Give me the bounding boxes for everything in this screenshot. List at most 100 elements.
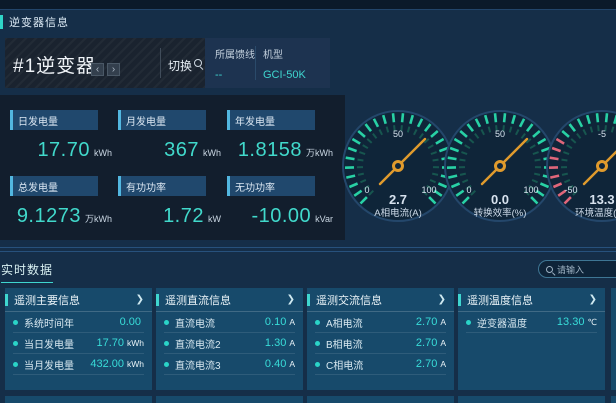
- item-value: 0.40: [265, 358, 286, 370]
- bullet-icon: [13, 320, 18, 325]
- item-unit: kWh: [127, 359, 144, 369]
- item-unit: ℃: [587, 317, 597, 328]
- stat-label: 有功功率: [118, 176, 206, 196]
- panel-title: 遥测直流信息: [165, 292, 287, 308]
- item-value: 2.70: [416, 337, 437, 349]
- item-unit: A: [440, 359, 446, 369]
- list-item: C相电流 2.70 A: [315, 354, 446, 375]
- panel-accent-bar: [5, 294, 8, 306]
- bullet-icon: [164, 320, 169, 325]
- list-item: A相电流 2.70 A: [315, 312, 446, 333]
- bullet-icon: [13, 341, 18, 346]
- stat-unit: 万kWh: [85, 212, 112, 225]
- realtime-search-input[interactable]: 请输入: [538, 260, 616, 278]
- item-value: 432.00: [90, 358, 124, 370]
- item-value: 0.00: [120, 316, 141, 328]
- model-value: GCI-50K: [263, 69, 306, 81]
- gauge-value: 13.3: [589, 192, 614, 207]
- gauge-mid-label: -5: [598, 129, 606, 139]
- prev-device-button[interactable]: ‹: [91, 63, 104, 76]
- bullet-icon: [315, 362, 320, 367]
- panel-partial-bottom: [5, 396, 152, 403]
- feeder-info: 所属馈线 --: [215, 46, 255, 81]
- search-placeholder: 请输入: [557, 263, 584, 276]
- stat-value: 1.72: [163, 205, 204, 228]
- panel-partial-bottom: [611, 396, 616, 403]
- section-divider: [0, 251, 616, 252]
- gauge-hub: [598, 162, 607, 171]
- gauge-value: 2.7: [389, 192, 407, 207]
- stat-card-active-power: 有功功率 1.72 kW: [118, 176, 227, 242]
- stat-unit: kW: [208, 214, 221, 224]
- stat-card-reactive-power: 无功功率 -10.00kVar: [227, 176, 339, 242]
- stat-unit: 万kWh: [306, 146, 333, 159]
- panel-title: 遥测交流信息: [316, 292, 438, 308]
- bullet-icon: [164, 362, 169, 367]
- list-item: 直流电流3 0.40 A: [164, 354, 295, 375]
- item-value: 2.70: [416, 358, 437, 370]
- stat-value: -10.00: [251, 205, 311, 228]
- device-selector: #1逆变器 ‹ › 切换: [5, 38, 205, 88]
- gauge-title: 环境温度(℃): [575, 207, 616, 219]
- top-strip: [0, 0, 616, 10]
- stat-unit: kWh: [94, 148, 112, 158]
- panel-header[interactable]: 遥测交流信息 ❯: [307, 288, 454, 312]
- item-unit: A: [289, 359, 295, 369]
- panel-title: 遥测主要信息: [14, 292, 136, 308]
- chevron-right-icon[interactable]: ❯: [287, 294, 295, 305]
- gauge-mid-label: 50: [495, 129, 505, 139]
- item-unit: kWh: [127, 338, 144, 348]
- panel-telemetry-ac: 遥测交流信息 ❯ A相电流 2.70 A B相电流 2.70 A C相电流 2.…: [307, 288, 454, 390]
- chevron-right-icon[interactable]: ❯: [589, 294, 597, 305]
- bullet-icon: [315, 320, 320, 325]
- panel-header[interactable]: 遥测温度信息 ❯: [458, 288, 605, 312]
- chevron-right-icon[interactable]: ❯: [136, 294, 144, 305]
- gauge-min-label: -50: [564, 185, 577, 195]
- bullet-icon: [315, 341, 320, 346]
- gauge-ambient-temperature: -5 -50 40 13.3 环境温度(℃): [544, 108, 616, 224]
- panel-header[interactable]: 遥测直流信息 ❯: [156, 288, 303, 312]
- next-device-button[interactable]: ›: [107, 63, 120, 76]
- panel-accent-bar: [307, 294, 310, 306]
- search-icon[interactable]: [194, 59, 202, 67]
- item-label: 系统时间年: [24, 315, 120, 330]
- switch-device-button[interactable]: 切换: [168, 57, 192, 74]
- list-item: 直流电流2 1.30 A: [164, 333, 295, 354]
- gauge-max-label: 100: [421, 185, 436, 195]
- stat-value: 367: [164, 139, 199, 162]
- stat-card-total-energy: 总发电量 9.1273万kWh: [10, 176, 118, 242]
- bullet-icon: [466, 320, 471, 325]
- feeder-value: --: [215, 69, 255, 81]
- device-name: #1逆变器: [13, 51, 96, 78]
- panel-partial-bottom: [458, 396, 605, 403]
- gauge-min-label: 0: [466, 185, 471, 195]
- list-item: 直流电流 0.10 A: [164, 312, 295, 333]
- search-icon: [546, 266, 553, 273]
- panel-partial-bottom: [156, 396, 303, 403]
- item-unit: A: [440, 317, 446, 327]
- stat-card-monthly-energy: 月发电量 367kWh: [118, 110, 227, 176]
- chevron-right-icon[interactable]: ❯: [438, 294, 446, 305]
- item-label: A相电流: [326, 315, 416, 330]
- gauge-conversion-efficiency: 50 0 100 0.0 转换效率(%): [442, 108, 558, 224]
- panel-header[interactable]: 遥测主要信息 ❯: [5, 288, 152, 312]
- divider: [255, 46, 256, 80]
- device-info-box: 所属馈线 -- 机型 GCI-50K: [205, 38, 330, 88]
- feeder-label: 所属馈线: [215, 46, 255, 61]
- section-titlebar: 逆变器信息: [0, 13, 69, 31]
- gauge-mid-label: 50: [393, 129, 403, 139]
- gauge-hub: [496, 162, 505, 171]
- panel-partial-bottom: [307, 396, 454, 403]
- stat-label: 月发电量: [118, 110, 206, 130]
- item-unit: A: [440, 338, 446, 348]
- model-label: 机型: [263, 46, 306, 61]
- item-value: 1.30: [265, 337, 286, 349]
- panel-accent-bar: [156, 294, 159, 306]
- item-label: 逆变器温度: [477, 315, 557, 330]
- energy-stats-panel: 日发电量 17.70kWh 月发电量 367kWh 年发电量 1.8158万kW…: [0, 95, 345, 240]
- list-item: B相电流 2.70 A: [315, 333, 446, 354]
- stat-value: 9.1273: [17, 205, 81, 228]
- item-value: 2.70: [416, 316, 437, 328]
- panel-telemetry-temperature: 遥测温度信息 ❯ 逆变器温度 13.30 ℃: [458, 288, 605, 390]
- list-item: 当日发电量 17.70 kWh: [13, 333, 144, 354]
